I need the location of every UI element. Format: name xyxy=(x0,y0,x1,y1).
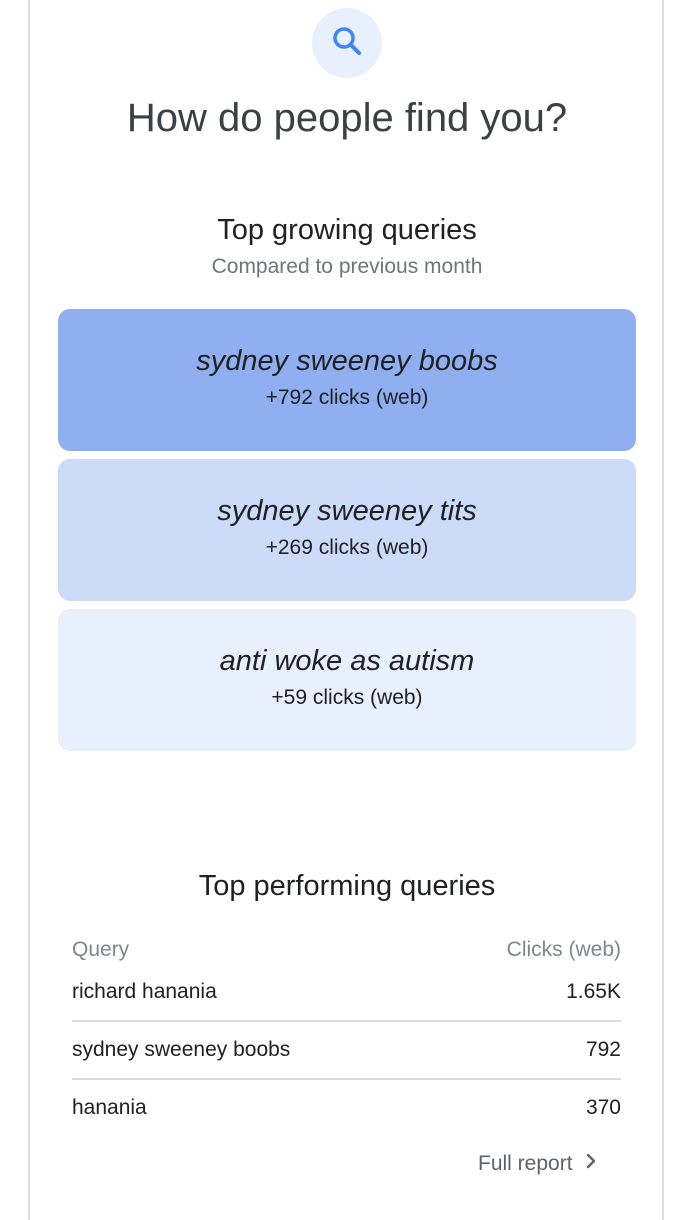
growing-query-clicks: +59 clicks (web) xyxy=(271,686,423,709)
growing-query-text: sydney sweeney tits xyxy=(217,495,477,527)
row-clicks: 370 xyxy=(585,1096,621,1119)
row-query: richard hanania xyxy=(72,980,217,1003)
growing-queries-subtitle: Compared to previous month xyxy=(211,255,483,278)
table-row[interactable]: sydney sweeney boobs 792 xyxy=(72,1038,621,1062)
full-report-link[interactable]: Full report xyxy=(478,1152,597,1176)
column-header-clicks: Clicks (web) xyxy=(506,938,621,961)
page-title: How do people find you? xyxy=(126,96,568,140)
row-query: sydney sweeney boobs xyxy=(72,1038,291,1061)
growing-query-card[interactable]: sydney sweeney boobs +792 clicks (web) xyxy=(58,309,636,451)
growing-query-text: sydney sweeney boobs xyxy=(196,345,498,377)
growing-query-clicks: +269 clicks (web) xyxy=(265,536,429,559)
search-icon xyxy=(330,24,364,63)
growing-query-clicks: +792 clicks (web) xyxy=(265,386,429,409)
row-divider xyxy=(72,1020,621,1022)
growing-query-card[interactable]: sydney sweeney tits +269 clicks (web) xyxy=(58,459,636,601)
row-clicks: 792 xyxy=(585,1038,621,1061)
row-query: hanania xyxy=(72,1096,147,1119)
table-header: Query Clicks (web) xyxy=(72,938,621,962)
chevron-right-icon xyxy=(585,1152,597,1176)
growing-query-text: anti woke as autism xyxy=(219,645,475,677)
row-clicks: 1.65K xyxy=(566,980,621,1003)
table-row[interactable]: hanania 370 xyxy=(72,1096,621,1120)
growing-query-card[interactable]: anti woke as autism +59 clicks (web) xyxy=(58,609,636,751)
column-header-query: Query xyxy=(72,938,130,961)
performing-queries-title: Top performing queries xyxy=(198,870,496,902)
table-row[interactable]: richard hanania 1.65K xyxy=(72,980,621,1004)
row-divider xyxy=(72,1078,621,1080)
search-badge xyxy=(312,8,382,78)
full-report-label: Full report xyxy=(478,1152,573,1175)
growing-queries-title: Top growing queries xyxy=(217,214,477,246)
